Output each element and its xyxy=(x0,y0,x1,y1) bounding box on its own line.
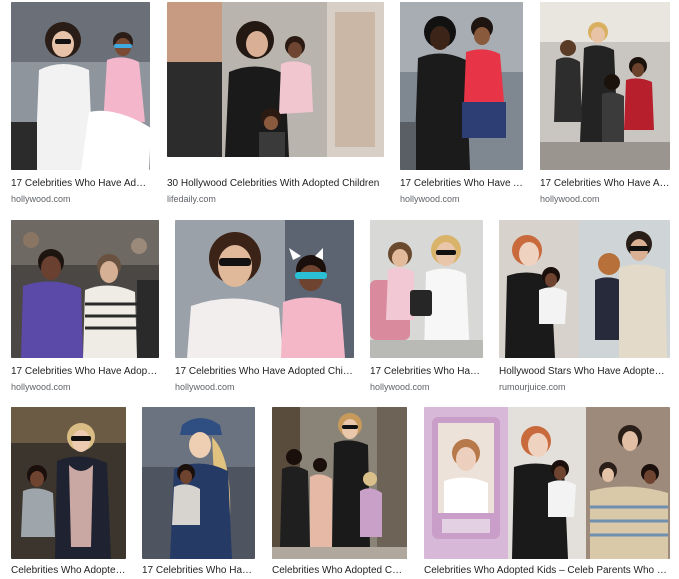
result-source: lifedaily.com xyxy=(167,194,216,204)
photo-icon xyxy=(142,407,255,559)
image-result-12[interactable]: Celebrities Who Adopted Kids – Celeb Par… xyxy=(424,407,670,579)
result-title[interactable]: Celebrities Who Adopted Kids xyxy=(11,564,126,577)
thumbnail[interactable] xyxy=(167,2,384,157)
thumbnail[interactable] xyxy=(142,407,255,559)
result-title[interactable]: Celebrities Who Adopted Kids – Celeb Par… xyxy=(424,564,670,577)
thumbnail[interactable] xyxy=(400,2,523,170)
image-result-5[interactable]: 17 Celebrities Who Have Adopted Kids hol… xyxy=(11,220,159,394)
result-title[interactable]: 17 Celebrities Who Have Adopted Kids xyxy=(540,177,670,190)
result-source: rumourjuice.com xyxy=(499,382,566,392)
thumbnail[interactable] xyxy=(540,2,670,170)
result-title[interactable]: 30 Hollywood Celebrities With Adopted Ch… xyxy=(167,177,384,190)
photo-icon xyxy=(370,220,483,358)
result-source: hollywood.com xyxy=(540,194,600,204)
image-result-7[interactable]: 17 Celebrities Who Have Adopted Kids hol… xyxy=(370,220,483,394)
photo-icon xyxy=(11,407,126,559)
result-title[interactable]: 17 Celebrities Who Have Adopted Kids xyxy=(370,365,483,378)
result-title[interactable]: 17 Celebrities Who Have Adopted Kids xyxy=(11,177,150,190)
photo-icon xyxy=(11,2,150,170)
result-title[interactable]: 17 Celebrities Who Have Adopted Kids xyxy=(11,365,159,378)
result-source: hollywood.com xyxy=(11,194,71,204)
result-title[interactable]: 17 Celebrities Who Have Adopted Kids xyxy=(400,177,523,190)
image-result-1[interactable]: 17 Celebrities Who Have Adopted Kids hol… xyxy=(11,2,150,207)
thumbnail[interactable] xyxy=(424,407,670,559)
result-title[interactable]: 17 Celebrities Who Have Adopted Kids xyxy=(142,564,255,577)
photo-icon xyxy=(175,220,354,358)
photo-icon xyxy=(499,220,670,358)
image-result-11[interactable]: Celebrities Who Adopted Children xyxy=(272,407,407,579)
thumbnail[interactable] xyxy=(11,220,159,358)
image-result-3[interactable]: 17 Celebrities Who Have Adopted Kids hol… xyxy=(400,2,523,207)
thumbnail[interactable] xyxy=(11,2,150,170)
image-result-4[interactable]: 17 Celebrities Who Have Adopted Kids hol… xyxy=(540,2,670,207)
result-source: hollywood.com xyxy=(11,382,71,392)
result-title[interactable]: Celebrities Who Adopted Children xyxy=(272,564,407,577)
thumbnail[interactable] xyxy=(11,407,126,559)
image-result-9[interactable]: Celebrities Who Adopted Kids xyxy=(11,407,126,579)
image-result-8[interactable]: Hollywood Stars Who Have Adopted Childre… xyxy=(499,220,670,394)
image-result-10[interactable]: 17 Celebrities Who Have Adopted Kids xyxy=(142,407,255,579)
photo-icon xyxy=(400,2,523,170)
thumbnail[interactable] xyxy=(272,407,407,559)
thumbnail[interactable] xyxy=(499,220,670,358)
photo-icon xyxy=(424,407,670,559)
result-source: hollywood.com xyxy=(175,382,235,392)
thumbnail[interactable] xyxy=(175,220,354,358)
result-title[interactable]: Hollywood Stars Who Have Adopted Childre… xyxy=(499,365,670,378)
photo-icon xyxy=(167,2,384,157)
photo-icon xyxy=(272,407,407,559)
image-result-6[interactable]: 17 Celebrities Who Have Adopted Children… xyxy=(175,220,354,394)
result-title[interactable]: 17 Celebrities Who Have Adopted Children xyxy=(175,365,354,378)
result-source: hollywood.com xyxy=(370,382,430,392)
image-result-2[interactable]: 30 Hollywood Celebrities With Adopted Ch… xyxy=(167,2,384,207)
photo-icon xyxy=(11,220,159,358)
result-source: hollywood.com xyxy=(400,194,460,204)
photo-icon xyxy=(540,2,670,170)
thumbnail[interactable] xyxy=(370,220,483,358)
